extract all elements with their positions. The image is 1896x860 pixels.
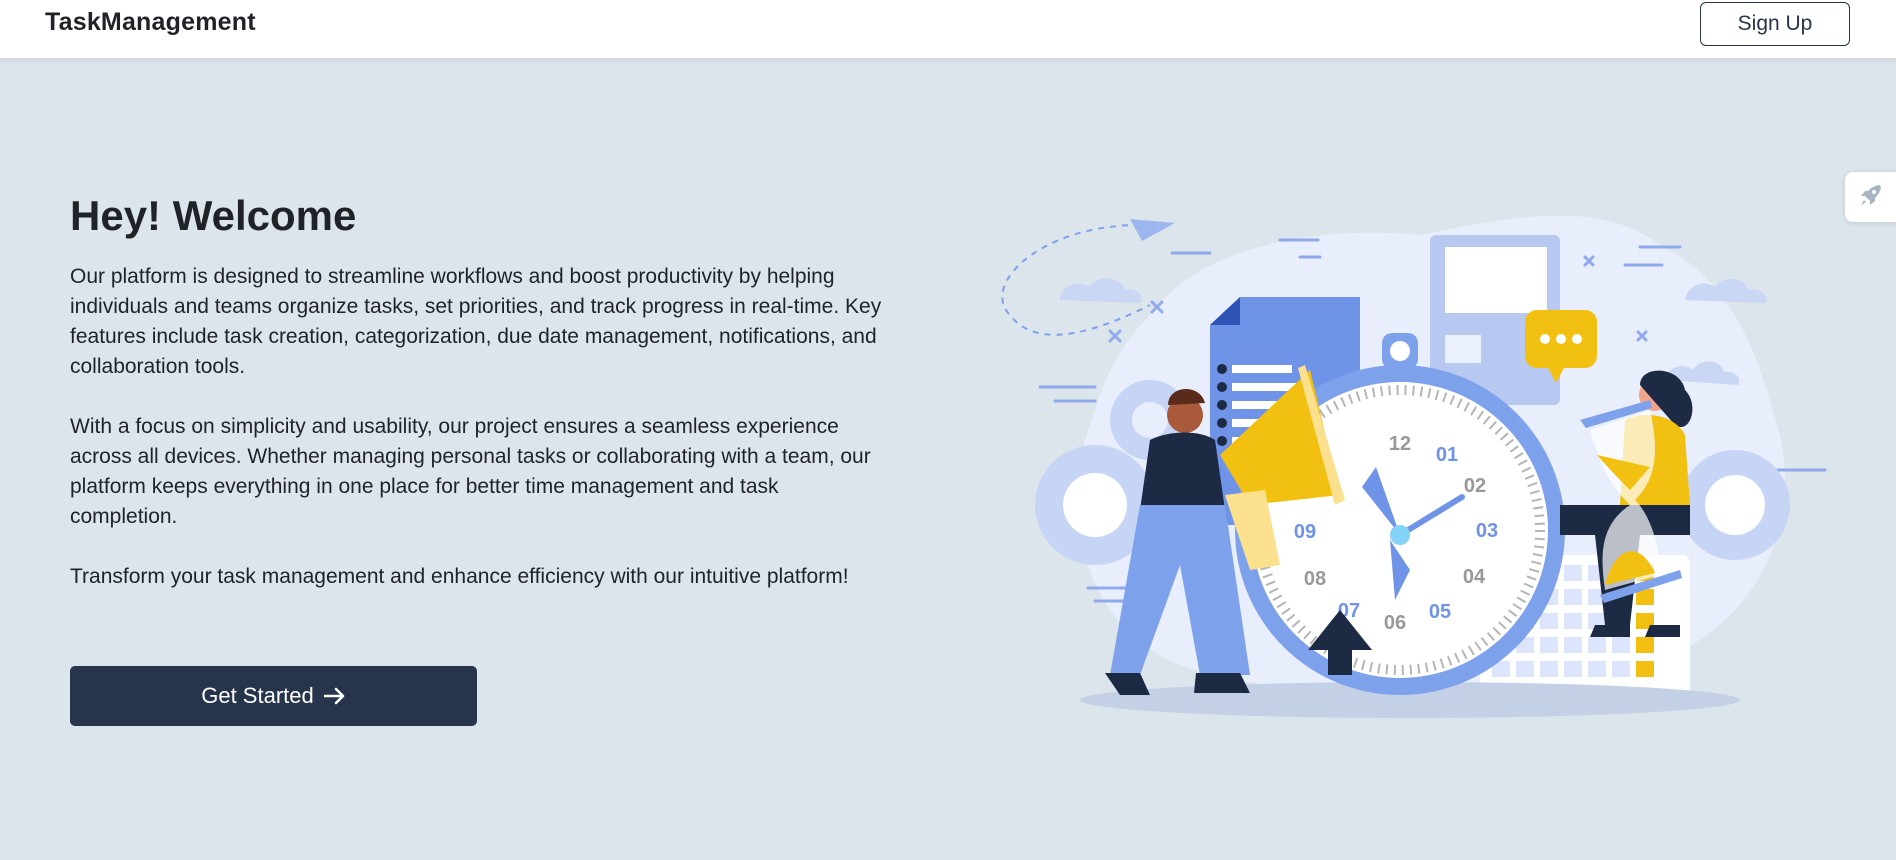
- brand-logo[interactable]: TaskManagement: [45, 8, 256, 37]
- clock-number-04: 04: [1463, 566, 1486, 588]
- rocket-icon: [1857, 181, 1885, 214]
- clock-number-03: 03: [1476, 520, 1498, 542]
- hero-title: Hey! Welcome: [70, 192, 357, 239]
- hero-paragraph-2: With a focus on simplicity and usability…: [70, 415, 871, 528]
- task-management-illustration: 12 01 02 03 04 05 06 07 08 09: [1001, 215, 1827, 718]
- arrow-right-icon: [323, 687, 346, 705]
- top-navbar: TaskManagement Sign Up: [0, 0, 1896, 58]
- hero-section: Hey! Welcome Our platform is designed to…: [70, 192, 890, 592]
- clock-number-12: 12: [1389, 433, 1411, 455]
- clock-number-05: 05: [1429, 601, 1451, 623]
- clock-number-09: 09: [1294, 521, 1316, 543]
- clock-number-02: 02: [1464, 475, 1486, 497]
- get-started-button[interactable]: Get Started: [70, 666, 477, 726]
- get-started-label: Get Started: [201, 683, 314, 708]
- side-widget[interactable]: [1845, 172, 1896, 222]
- sign-up-button[interactable]: Sign Up: [1700, 2, 1850, 46]
- paper-plane-icon: [1130, 219, 1175, 241]
- hero-paragraph-1: Our platform is designed to streamline w…: [70, 265, 882, 378]
- hero-paragraph-3: Transform your task management and enhan…: [70, 565, 849, 588]
- clock-number-06: 06: [1384, 612, 1406, 634]
- clock-number-08: 08: [1304, 568, 1326, 590]
- clock-number-01: 01: [1436, 444, 1458, 466]
